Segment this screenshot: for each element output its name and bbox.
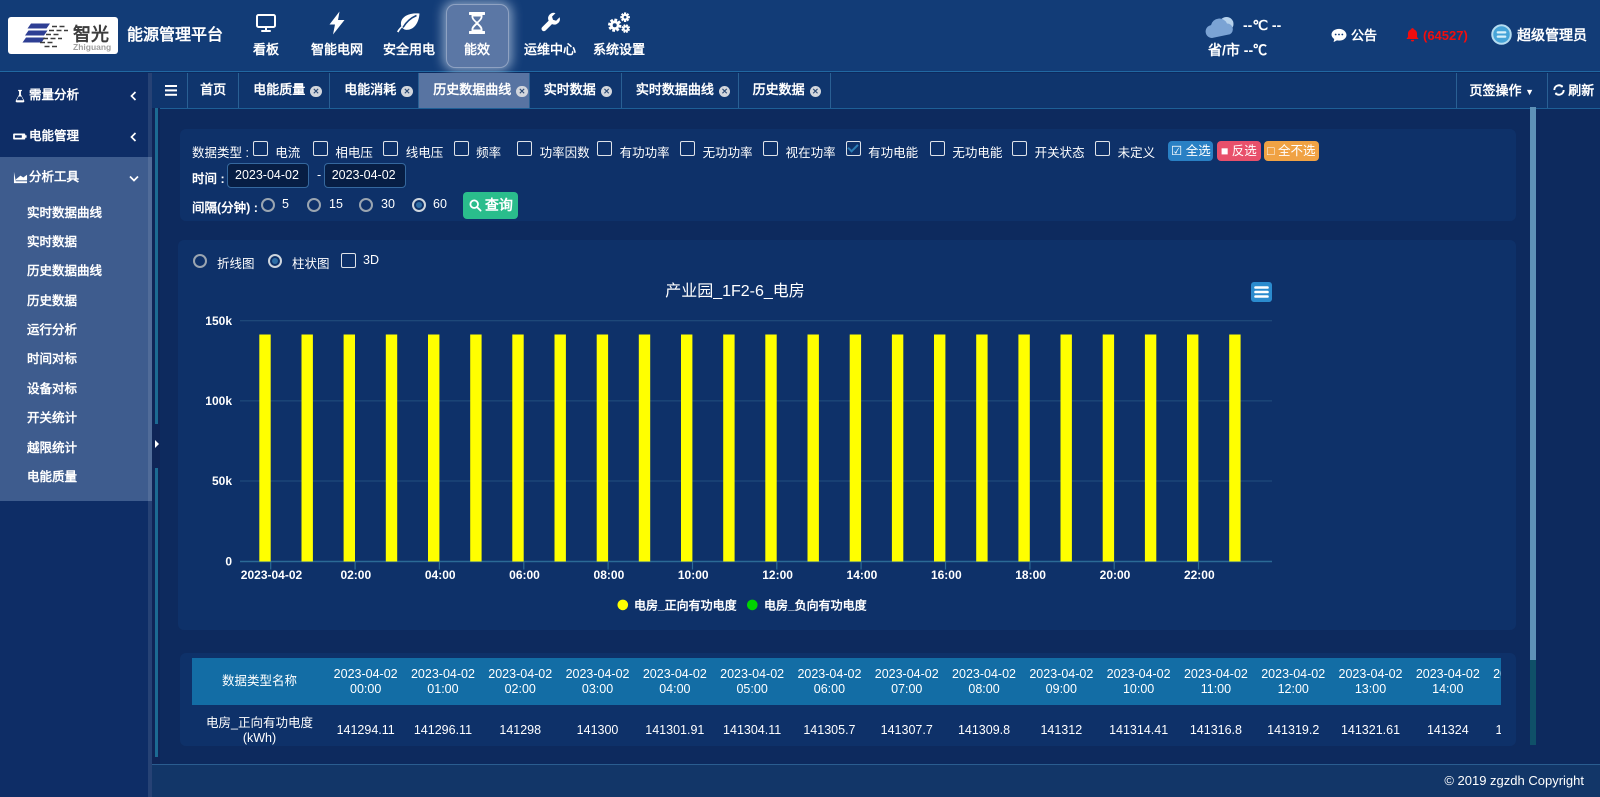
svg-text:产业园_1F2-6_电房: 产业园_1F2-6_电房 <box>665 282 805 300</box>
svg-text:02:00: 02:00 <box>340 568 371 582</box>
svg-text:14:00: 14:00 <box>847 568 878 582</box>
svg-text:电房_负向有功电度: 电房_负向有功电度 <box>764 597 868 612</box>
svg-text:08:00: 08:00 <box>594 568 625 582</box>
svg-text:100k: 100k <box>205 394 232 408</box>
svg-text:0: 0 <box>225 555 232 569</box>
svg-text:12:00: 12:00 <box>762 568 793 582</box>
svg-text:150k: 150k <box>205 314 232 328</box>
svg-text:22:00: 22:00 <box>1184 568 1215 582</box>
svg-text:04:00: 04:00 <box>425 568 456 582</box>
svg-text:18:00: 18:00 <box>1015 568 1046 582</box>
svg-text:2023-04-02: 2023-04-02 <box>241 568 303 582</box>
svg-text:电房_正向有功电度: 电房_正向有功电度 <box>634 597 738 612</box>
svg-text:10:00: 10:00 <box>678 568 709 582</box>
svg-text:16:00: 16:00 <box>931 568 962 582</box>
svg-text:Zhiguang: Zhiguang <box>73 42 111 52</box>
svg-text:20:00: 20:00 <box>1100 568 1131 582</box>
svg-text:06:00: 06:00 <box>509 568 540 582</box>
svg-text:50k: 50k <box>212 474 232 488</box>
